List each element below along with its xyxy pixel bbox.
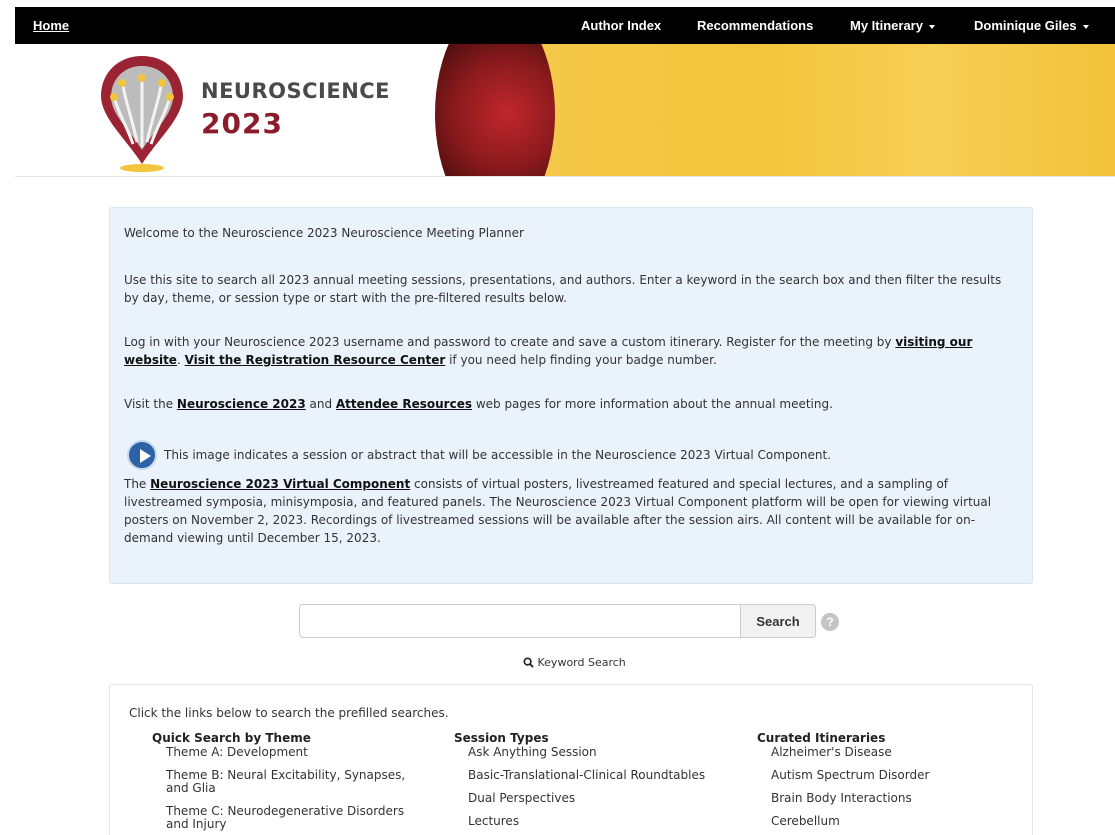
nav-user-name: Dominique Giles xyxy=(974,18,1077,33)
welcome-paragraph-search: Use this site to search all 2023 annual … xyxy=(124,273,1002,305)
welcome-paragraph-login: Log in with your Neuroscience 2023 usern… xyxy=(124,333,1004,369)
welcome-panel: Welcome to the Neuroscience 2023 Neurosc… xyxy=(109,207,1033,584)
nav-author-index-link[interactable]: Author Index xyxy=(581,18,661,33)
keyword-search-link[interactable]: Keyword Search xyxy=(523,656,626,669)
visit-text-a: Visit the xyxy=(124,397,177,411)
itinerary-link[interactable]: Cerebellum xyxy=(771,815,1037,828)
column-title: Session Types xyxy=(454,731,549,745)
visit-text-b: and xyxy=(305,397,336,411)
session-type-link[interactable]: Basic-Translational-Clinical Roundtables xyxy=(468,769,734,782)
banner-brain-art xyxy=(435,44,555,176)
itinerary-link[interactable]: Autism Spectrum Disorder xyxy=(771,769,1037,782)
search-icon xyxy=(523,657,534,668)
session-type-link[interactable]: Lectures xyxy=(468,815,734,828)
attendee-resources-link[interactable]: Attendee Resources xyxy=(336,397,472,411)
virtual-component-link[interactable]: Neuroscience 2023 Virtual Component xyxy=(150,477,410,491)
banner-background xyxy=(515,44,1115,176)
caret-down-icon xyxy=(928,24,935,29)
logo-title: NEUROSCIENCE xyxy=(201,79,391,103)
neuroscience-2023-link[interactable]: Neuroscience 2023 xyxy=(177,397,306,411)
search-input[interactable] xyxy=(299,604,741,638)
search-button[interactable]: Search xyxy=(740,604,816,638)
nav-my-itinerary-dropdown[interactable]: My Itinerary xyxy=(850,18,935,33)
neuroscience-logo-icon xyxy=(101,56,183,172)
nav-recommendations-link[interactable]: Recommendations xyxy=(697,18,813,33)
login-text-a: Log in with your Neuroscience 2023 usern… xyxy=(124,335,896,349)
keyword-search-label: Keyword Search xyxy=(537,656,626,669)
welcome-heading: Welcome to the Neuroscience 2023 Neurosc… xyxy=(124,226,524,240)
registration-resource-center-link[interactable]: Visit the Registration Resource Center xyxy=(185,353,446,367)
nav-user-dropdown[interactable]: Dominique Giles xyxy=(974,18,1089,33)
nav-home-link[interactable]: Home xyxy=(33,18,69,33)
welcome-paragraph-virtual: The Neuroscience 2023 Virtual Component … xyxy=(124,475,1004,547)
welcome-paragraph-visit: Visit the Neuroscience 2023 and Attendee… xyxy=(124,395,1004,413)
prefill-intro: Click the links below to search the pref… xyxy=(129,706,449,720)
quick-search-theme-column: Quick Search by Theme Theme A: Developme… xyxy=(152,731,432,835)
itinerary-link[interactable]: Alzheimer's Disease xyxy=(771,746,1037,759)
column-title: Quick Search by Theme xyxy=(152,731,311,745)
prefilled-searches-panel: Click the links below to search the pref… xyxy=(109,684,1033,835)
login-text-c: if you need help finding your badge numb… xyxy=(445,353,717,367)
theme-link[interactable]: Theme A: Development xyxy=(166,746,432,759)
visit-text-c: web pages for more information about the… xyxy=(472,397,833,411)
column-title: Curated Itineraries xyxy=(757,731,886,745)
header-banner: NEUROSCIENCE 2023 xyxy=(15,44,1115,177)
virtual-icon-note: This image indicates a session or abstra… xyxy=(164,448,831,462)
theme-link[interactable]: Theme B: Neural Excitability, Synapses, … xyxy=(166,769,416,795)
caret-down-icon xyxy=(1082,24,1089,29)
session-type-link[interactable]: Ask Anything Session xyxy=(468,746,734,759)
session-type-link[interactable]: Dual Perspectives xyxy=(468,792,734,805)
theme-link[interactable]: Theme C: Neurodegenerative Disorders and… xyxy=(166,805,416,831)
logo-year: 2023 xyxy=(201,107,283,140)
virtual-play-icon xyxy=(127,440,157,470)
curated-itineraries-column: Curated Itineraries Alzheimer's Disease … xyxy=(757,731,1037,835)
nav-my-itinerary-label: My Itinerary xyxy=(850,18,923,33)
login-text-b: . xyxy=(176,353,185,367)
virtual-text-a: The xyxy=(124,477,151,491)
itinerary-link[interactable]: Brain Body Interactions xyxy=(771,792,1037,805)
top-navbar: Home Author Index Recommendations My Iti… xyxy=(15,7,1115,44)
help-icon[interactable]: ? xyxy=(821,613,839,631)
session-types-column: Session Types Ask Anything Session Basic… xyxy=(454,731,734,835)
